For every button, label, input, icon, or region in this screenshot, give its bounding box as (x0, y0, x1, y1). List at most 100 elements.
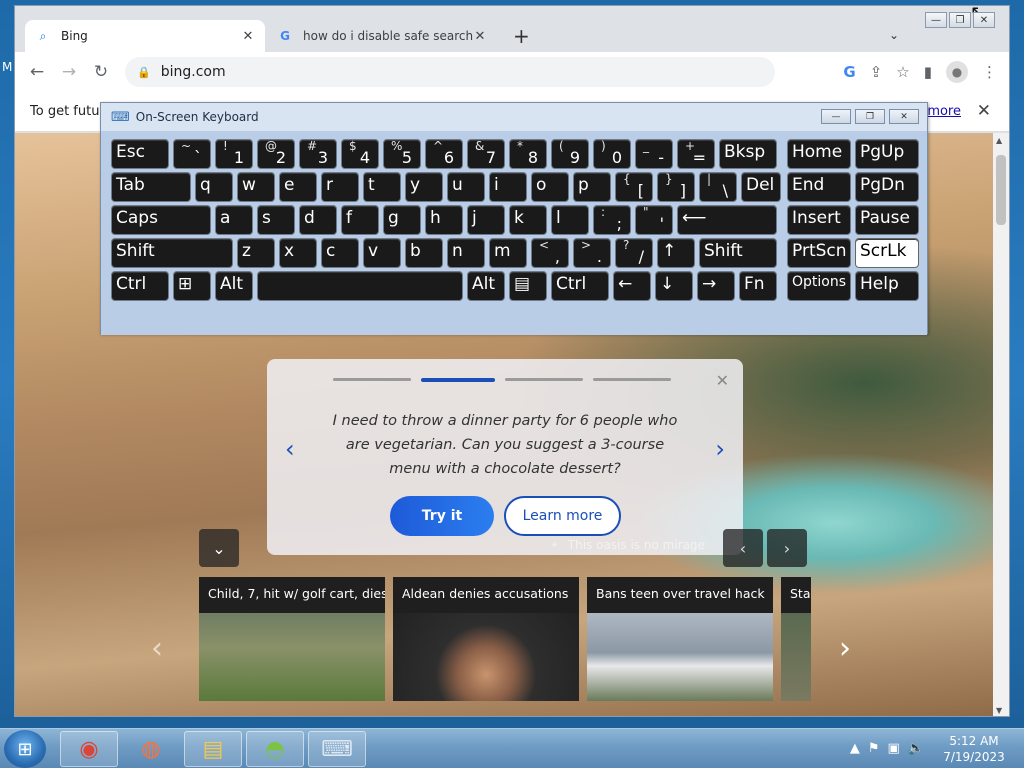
bookmark-star-icon[interactable]: ☆ (896, 63, 909, 81)
osk-key-options[interactable]: Options (787, 271, 851, 301)
osk-key-symbol[interactable]: >. (573, 238, 611, 268)
osk-key-symbol[interactable]: @2 (257, 139, 295, 169)
carousel-dot[interactable] (333, 378, 411, 381)
clock[interactable]: 5:12 AM 7/19/2023 (932, 733, 1016, 765)
osk-key-c[interactable]: c (321, 238, 359, 268)
learn-more-button[interactable]: Learn more (504, 496, 621, 536)
reload-icon[interactable]: ↻ (85, 62, 117, 82)
news-card[interactable]: Bans teen over travel hack (587, 577, 773, 701)
osk-key-scrlk[interactable]: ScrLk (855, 238, 919, 268)
osk-key-symbol[interactable]: ↓ (655, 271, 693, 301)
osk-key-alt[interactable]: Alt (467, 271, 505, 301)
osk-key-home[interactable]: Home (787, 139, 851, 169)
osk-key-space[interactable] (257, 271, 463, 301)
news-card[interactable]: Aldean denies accusations (393, 577, 579, 701)
osk-key-symbol[interactable]: (9 (551, 139, 589, 169)
carousel-dot[interactable] (505, 378, 583, 381)
osk-key-symbol[interactable]: {[ (615, 172, 653, 202)
back-icon[interactable]: ← (21, 62, 53, 82)
osk-key-end[interactable]: End (787, 172, 851, 202)
osk-key-x[interactable]: x (279, 238, 317, 268)
scrollbar-thumb[interactable] (996, 155, 1006, 225)
osk-key-n[interactable]: n (447, 238, 485, 268)
osk-key-symbol[interactable]: :; (593, 205, 631, 235)
news-card[interactable]: Stal (781, 577, 811, 701)
osk-key-pgup[interactable]: PgUp (855, 139, 919, 169)
osk-key-g[interactable]: g (383, 205, 421, 235)
google-lens-icon[interactable]: G (843, 63, 855, 81)
try-it-button[interactable]: Try it (390, 496, 494, 536)
osk-key-b[interactable]: b (405, 238, 443, 268)
tab-bing[interactable]: ⌕ Bing ✕ (25, 20, 265, 52)
osk-title-bar[interactable]: ⌨ On-Screen Keyboard — ❐ ✕ (101, 103, 927, 131)
osk-key-symbol[interactable]: <, (531, 238, 569, 268)
tab-google-search[interactable]: G how do i disable safe search - Gc ✕ (267, 20, 497, 52)
osk-key-ctrl[interactable]: Ctrl (551, 271, 609, 301)
osk-key-insert[interactable]: Insert (787, 205, 851, 235)
osk-key-y[interactable]: y (405, 172, 443, 202)
osk-key-caps[interactable]: Caps (111, 205, 211, 235)
osk-key-k[interactable]: k (509, 205, 547, 235)
osk-key-symbol[interactable]: ~ ` (173, 139, 211, 169)
osk-close-button[interactable]: ✕ (889, 109, 919, 124)
chevron-right-icon[interactable]: › (715, 435, 725, 463)
tab-search-icon[interactable]: ⌄ (889, 28, 899, 42)
news-card[interactable]: Child, 7, hit w/ golf cart, dies (199, 577, 385, 701)
osk-key-v[interactable]: v (363, 238, 401, 268)
osk-key-symbol[interactable]: ! 1 (215, 139, 253, 169)
close-tab-icon[interactable]: ✕ (473, 29, 487, 44)
image-caption[interactable]: ⌖ This oasis is no mirage (551, 537, 705, 552)
osk-key-r[interactable]: r (321, 172, 359, 202)
close-icon[interactable]: ✕ (977, 101, 991, 121)
osk-key-f[interactable]: f (341, 205, 379, 235)
osk-key-symbol[interactable]: ▤ (509, 271, 547, 301)
scrollbar[interactable]: ▲ ▼ (993, 133, 1009, 716)
start-button[interactable]: ⊞ (4, 730, 46, 768)
osk-key-q[interactable]: q (195, 172, 233, 202)
keyboard-icon[interactable]: ⌨ (308, 731, 366, 767)
osk-key-symbol[interactable]: ↑ (657, 238, 695, 268)
osk-key-e[interactable]: e (279, 172, 317, 202)
carousel-dot[interactable] (593, 378, 671, 381)
info-bar-link[interactable]: more (927, 104, 961, 119)
osk-key-w[interactable]: w (237, 172, 275, 202)
osk-key-symbol[interactable]: $4 (341, 139, 379, 169)
osk-key-symbol[interactable]: ⊞ (173, 271, 211, 301)
osk-key-ctrl[interactable]: Ctrl (111, 271, 169, 301)
osk-key-pause[interactable]: Pause (855, 205, 919, 235)
osk-key-shift[interactable]: Shift (699, 238, 777, 268)
osk-key-d[interactable]: d (299, 205, 337, 235)
address-bar[interactable]: 🔒 bing.com (125, 57, 775, 87)
osk-key-t[interactable]: t (363, 172, 401, 202)
scroll-down-icon[interactable]: ▼ (996, 706, 1002, 715)
osk-key-symbol[interactable]: _ - (635, 139, 673, 169)
osk-key-i[interactable]: i (489, 172, 527, 202)
osk-key-symbol[interactable]: ^ 6 (425, 139, 463, 169)
action-center-icon[interactable]: ⚑ (868, 741, 880, 756)
osk-restore-button[interactable]: ❐ (855, 109, 885, 124)
forward-icon[interactable]: → (53, 62, 85, 82)
osk-key-pgdn[interactable]: PgDn (855, 172, 919, 202)
osk-key-symbol[interactable]: * 8 (509, 139, 547, 169)
osk-key-fn[interactable]: Fn (739, 271, 777, 301)
tray-expand-icon[interactable]: ▲ (850, 741, 860, 756)
image-prev-icon[interactable]: ‹ (723, 529, 763, 567)
osk-key-bksp[interactable]: Bksp (719, 139, 777, 169)
osk-key-alt[interactable]: Alt (215, 271, 253, 301)
news-next-icon[interactable]: › (839, 631, 851, 666)
side-panel-icon[interactable]: ▮ (924, 63, 932, 81)
osk-key-symbol[interactable]: }] (657, 172, 695, 202)
carousel-dot-active[interactable] (421, 378, 495, 382)
osk-minimize-button[interactable]: — (821, 109, 851, 124)
chrome-icon[interactable]: ◉ (60, 731, 118, 767)
osk-key-del[interactable]: Del (741, 172, 781, 202)
minimize-button[interactable]: — (925, 12, 947, 28)
menu-kebab-icon[interactable]: ⋮ (982, 63, 997, 81)
close-window-button[interactable]: ✕ (973, 12, 995, 28)
osk-key-h[interactable]: h (425, 205, 463, 235)
osk-key-m[interactable]: m (489, 238, 527, 268)
osk-key-u[interactable]: u (447, 172, 485, 202)
osk-key-symbol[interactable]: ⟵ (677, 205, 777, 235)
osk-key-symbol[interactable]: % 5 (383, 139, 421, 169)
profile-avatar-icon[interactable]: ● (946, 61, 968, 83)
